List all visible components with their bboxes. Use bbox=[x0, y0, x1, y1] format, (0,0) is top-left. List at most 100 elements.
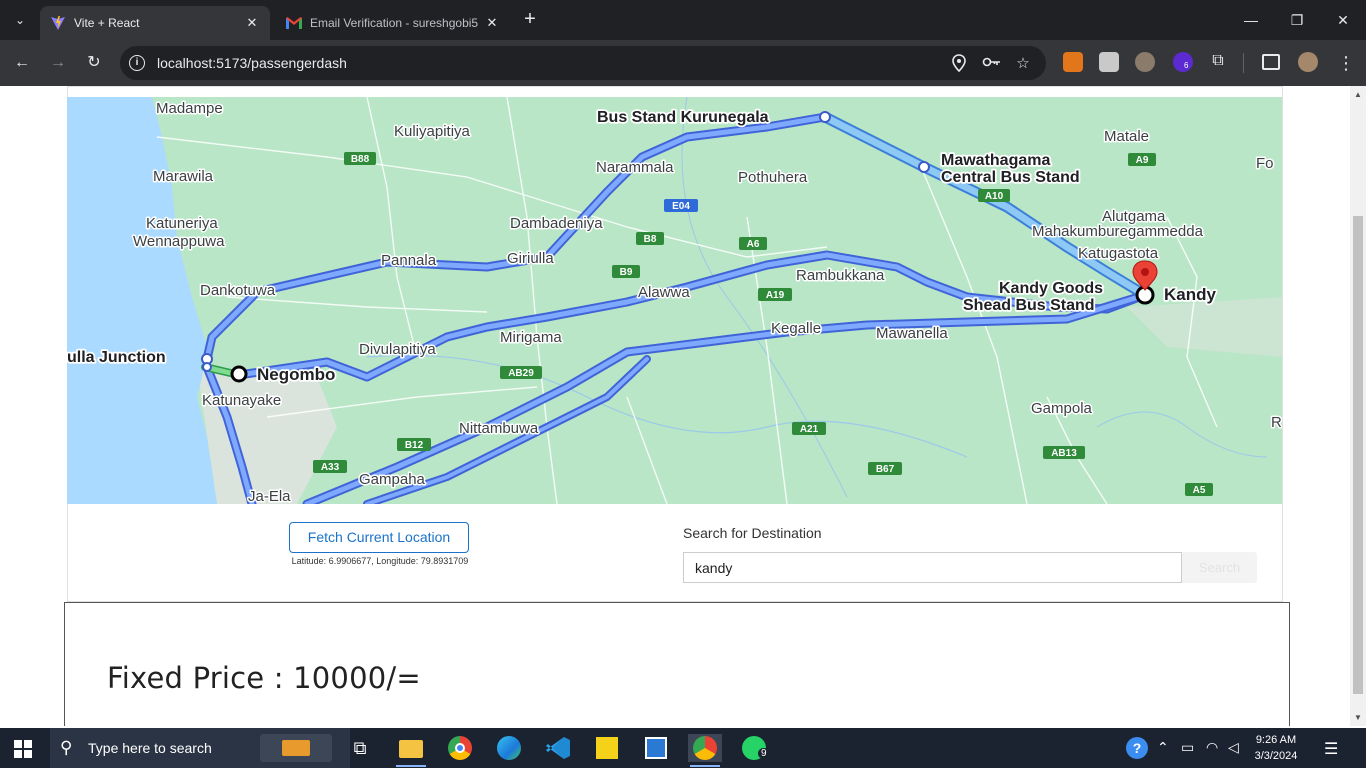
route-map[interactable]: B88 A9 E04 A10 B8 A6 B9 A19 AB29 B12 A21… bbox=[67, 97, 1282, 504]
running-indicator bbox=[396, 765, 426, 767]
toolbar-divider bbox=[1243, 53, 1244, 73]
taskbar-search-box[interactable]: ⚲ Type here to search bbox=[50, 728, 350, 768]
search-highlight-image bbox=[260, 734, 332, 762]
price-panel: Fixed Price : 10000/= bbox=[64, 602, 1290, 726]
extension-icon[interactable] bbox=[1099, 52, 1119, 72]
forward-button[interactable]: → bbox=[46, 51, 70, 75]
new-tab-button[interactable]: + bbox=[519, 9, 541, 31]
sticky-notes-icon[interactable] bbox=[593, 734, 621, 762]
map-label-mahakumburegammedda: Mahakumburegammedda bbox=[1032, 223, 1204, 240]
volume-icon[interactable]: ◁ bbox=[1228, 739, 1239, 756]
search-destination-label: Search for Destination bbox=[683, 525, 822, 541]
tab-vite-react[interactable]: Vite + React ✕ bbox=[40, 6, 270, 40]
map-label-gampola: Gampola bbox=[1031, 400, 1093, 417]
map-label-ja-ela: Ja-Ela bbox=[248, 488, 291, 504]
chrome-icon[interactable] bbox=[446, 734, 474, 762]
map-label-madampe: Madampe bbox=[156, 100, 223, 117]
help-icon[interactable]: ? bbox=[1126, 737, 1148, 759]
restore-button[interactable]: ❐ bbox=[1274, 0, 1320, 40]
map-label-bus-stand-kurunegala: Bus Stand Kurunegala bbox=[597, 109, 769, 126]
search-button[interactable]: Search bbox=[1182, 552, 1257, 583]
minimize-button[interactable]: — bbox=[1228, 0, 1274, 40]
road-shield-a21: A21 bbox=[800, 424, 819, 435]
bookmark-star-icon[interactable]: ☆ bbox=[1014, 54, 1032, 72]
wifi-icon[interactable]: ◠ bbox=[1206, 739, 1218, 756]
close-window-button[interactable]: ✕ bbox=[1320, 0, 1366, 40]
map-label-kuliyapitiya: Kuliyapitiya bbox=[394, 123, 471, 140]
whatsapp-icon[interactable]: 9 bbox=[740, 734, 770, 762]
fetch-current-location-button[interactable]: Fetch Current Location bbox=[289, 522, 469, 553]
fixed-price-text: Fixed Price : 10000/= bbox=[107, 661, 421, 695]
location-pin-icon[interactable] bbox=[950, 54, 968, 73]
map-label-rambukkana: Rambukkana bbox=[796, 267, 885, 284]
whatsapp-badge: 9 bbox=[758, 748, 770, 759]
system-clock[interactable]: 9:26 AM 3/3/2024 bbox=[1246, 732, 1306, 764]
profile-avatar[interactable] bbox=[1298, 52, 1318, 72]
url-text: localhost:5173/passengerdash bbox=[157, 55, 347, 71]
menu-kebab-icon[interactable]: ⋮ bbox=[1334, 51, 1358, 75]
road-shield-a33: A33 bbox=[321, 462, 340, 473]
tab-close-icon[interactable]: ✕ bbox=[484, 15, 500, 31]
map-label-pothuhera: Pothuhera bbox=[738, 169, 808, 186]
battery-icon[interactable]: ▭ bbox=[1181, 739, 1194, 756]
map-label-matale: Matale bbox=[1104, 128, 1149, 145]
destination-search-input[interactable]: kandy bbox=[683, 552, 1182, 583]
browser-toolbar: ← → ↻ i localhost:5173/passengerdash ☆ 6… bbox=[0, 40, 1366, 86]
edge-icon[interactable] bbox=[495, 734, 523, 762]
metamask-extension-icon[interactable] bbox=[1063, 52, 1083, 72]
tab-search-chevron-icon[interactable]: ⌄ bbox=[8, 8, 32, 32]
map-label-dankotuwa: Dankotuwa bbox=[200, 282, 276, 299]
extension-icon[interactable] bbox=[1135, 52, 1155, 72]
notifications-icon[interactable]: ☰ bbox=[1324, 739, 1338, 759]
road-shield-ab29: AB29 bbox=[508, 368, 534, 379]
map-label-gampaha: Gampaha bbox=[359, 471, 426, 488]
page-scrollbar[interactable]: ▲ ▼ bbox=[1350, 86, 1366, 726]
map-label-mawanella: Mawanella bbox=[876, 325, 948, 342]
side-panel-icon[interactable] bbox=[1262, 54, 1280, 70]
search-icon: ⚲ bbox=[60, 738, 73, 757]
tab-close-icon[interactable]: ✕ bbox=[244, 15, 260, 31]
road-shield-b8: B8 bbox=[644, 234, 657, 245]
map-label-pannala: Pannala bbox=[381, 252, 437, 269]
site-info-icon[interactable]: i bbox=[129, 55, 145, 71]
road-shield-a5: A5 bbox=[1193, 485, 1206, 496]
vite-logo-icon bbox=[51, 16, 65, 30]
vscode-icon[interactable] bbox=[544, 734, 572, 762]
map-label-wennappuwa: Wennappuwa bbox=[133, 233, 225, 250]
extensions-puzzle-icon[interactable]: ⧉ bbox=[1208, 52, 1228, 72]
taskbar-search-placeholder: Type here to search bbox=[88, 740, 212, 756]
map-label-kandy-goods: Kandy Goods bbox=[999, 280, 1103, 297]
address-bar[interactable]: i localhost:5173/passengerdash ☆ bbox=[120, 46, 1046, 80]
map-label-dambadeniya: Dambadeniya bbox=[510, 215, 603, 232]
map-label-fo: Fo bbox=[1256, 155, 1274, 172]
reload-button[interactable]: ↻ bbox=[82, 51, 106, 75]
map-canvas[interactable]: B88 A9 E04 A10 B8 A6 B9 A19 AB29 B12 A21… bbox=[67, 97, 1282, 504]
browser-tab-bar: ⌄ Vite + React ✕ Email Verification - su… bbox=[0, 0, 1366, 40]
map-label-katunayake: Katunayake bbox=[202, 392, 281, 409]
tray-overflow-icon[interactable]: ⌃ bbox=[1157, 739, 1169, 756]
map-label-katugastota: Katugastota bbox=[1078, 245, 1159, 262]
origin-marker[interactable] bbox=[230, 365, 248, 383]
extension-icon[interactable]: 6 bbox=[1173, 52, 1193, 72]
scrollbar-thumb[interactable] bbox=[1353, 216, 1363, 694]
file-explorer-icon[interactable] bbox=[397, 734, 425, 762]
map-label-alawwa: Alawwa bbox=[638, 284, 690, 301]
active-indicator bbox=[690, 765, 720, 767]
password-key-icon[interactable] bbox=[982, 54, 1000, 72]
road-shield-a9: A9 bbox=[1136, 155, 1149, 166]
tab-email-verification[interactable]: Email Verification - sureshgobi5 ✕ bbox=[276, 6, 510, 40]
back-button[interactable]: ← bbox=[10, 51, 34, 75]
tab-title: Email Verification - sureshgobi5 bbox=[310, 16, 479, 30]
linear-app-icon[interactable] bbox=[642, 734, 670, 762]
scroll-down-arrow-icon[interactable]: ▼ bbox=[1354, 713, 1362, 722]
chrome-active-icon[interactable] bbox=[688, 734, 722, 762]
map-label-divulapitiya: Divulapitiya bbox=[359, 341, 436, 358]
map-label-shead-bus-stand: Shead Bus Stand bbox=[963, 297, 1095, 314]
map-label-r: R bbox=[1271, 414, 1282, 431]
task-view-icon[interactable]: ⧉ bbox=[346, 734, 374, 762]
scroll-up-arrow-icon[interactable]: ▲ bbox=[1354, 90, 1362, 99]
map-label-narammala: Narammala bbox=[596, 159, 674, 176]
windows-taskbar: ⚲ Type here to search ⧉ 9 ? ⌃ ▭ ◠ ◁ 9:26… bbox=[0, 728, 1366, 768]
windows-start-icon[interactable] bbox=[14, 740, 32, 758]
page-content: B88 A9 E04 A10 B8 A6 B9 A19 AB29 B12 A21… bbox=[0, 86, 1350, 726]
